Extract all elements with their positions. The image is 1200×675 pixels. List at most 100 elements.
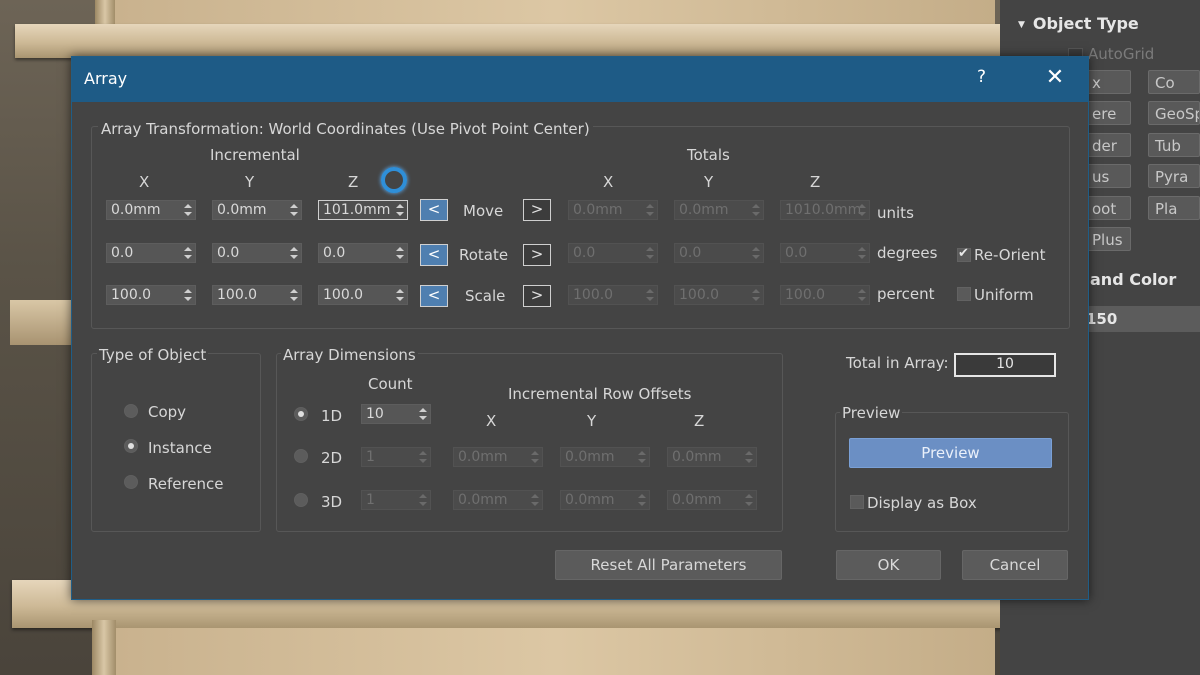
- object-button-box[interactable]: x: [1085, 70, 1131, 94]
- spinner-arrows-icon[interactable]: [745, 449, 753, 465]
- object-button-cone[interactable]: Co: [1148, 70, 1200, 94]
- offset-2d-x-spinner[interactable]: 0.0mm: [453, 447, 543, 467]
- count-1d-spinner[interactable]: 10: [361, 404, 431, 424]
- spinner-arrows-icon[interactable]: [646, 202, 654, 218]
- move-copy-left-button[interactable]: <: [420, 199, 448, 221]
- object-button-cylinder[interactable]: der: [1085, 133, 1131, 157]
- scale-inc-x-spinner[interactable]: 100.0: [106, 285, 196, 305]
- copy-radio[interactable]: [124, 404, 138, 418]
- object-button-teapot[interactable]: oot: [1085, 196, 1131, 220]
- spinner-arrows-icon[interactable]: [419, 449, 427, 465]
- spinner-arrows-icon[interactable]: [646, 245, 654, 261]
- rotate-tot-y-spinner[interactable]: 0.0: [674, 243, 764, 263]
- offset-3d-z-spinner[interactable]: 0.0mm: [667, 490, 757, 510]
- dim-3d-radio[interactable]: [294, 493, 308, 507]
- scale-copy-right-button[interactable]: >: [523, 285, 551, 307]
- array-dimensions-title: Array Dimensions: [281, 346, 418, 364]
- spinner-arrows-icon[interactable]: [396, 245, 404, 261]
- spinner-arrows-icon[interactable]: [752, 202, 760, 218]
- incremental-header: Incremental: [210, 146, 300, 164]
- spinner-arrows-icon[interactable]: [752, 245, 760, 261]
- object-type-rollout-title[interactable]: ▼ Object Type: [1018, 14, 1139, 33]
- object-button-pyramid[interactable]: Pyra: [1148, 164, 1200, 188]
- move-inc-y-spinner[interactable]: 0.0mm: [212, 200, 302, 220]
- object-button-plane[interactable]: Pla: [1148, 196, 1200, 220]
- spinner-arrows-icon[interactable]: [184, 202, 192, 218]
- value: 100.0: [111, 287, 152, 303]
- spinner-arrows-icon[interactable]: [419, 406, 427, 422]
- offset-2d-z-spinner[interactable]: 0.0mm: [667, 447, 757, 467]
- scale-tot-y-spinner[interactable]: 100.0: [674, 285, 764, 305]
- spinner-arrows-icon[interactable]: [184, 287, 192, 303]
- dim-2d-radio[interactable]: [294, 449, 308, 463]
- spinner-arrows-icon[interactable]: [745, 492, 753, 508]
- display-as-box-checkbox[interactable]: [850, 495, 864, 509]
- object-button-tube[interactable]: Tub: [1148, 133, 1200, 157]
- spinner-arrows-icon[interactable]: [396, 287, 404, 303]
- rotate-inc-z-spinner[interactable]: 0.0: [318, 243, 408, 263]
- scale-inc-y-spinner[interactable]: 100.0: [212, 285, 302, 305]
- count-3d-spinner[interactable]: 1: [361, 490, 431, 510]
- spinner-arrows-icon[interactable]: [290, 202, 298, 218]
- cancel-button[interactable]: Cancel: [962, 550, 1068, 580]
- scale-inc-z-spinner[interactable]: 100.0: [318, 285, 408, 305]
- reference-radio[interactable]: [124, 475, 138, 489]
- rotate-tot-x-spinner[interactable]: 0.0: [568, 243, 658, 263]
- offset-3d-x-spinner[interactable]: 0.0mm: [453, 490, 543, 510]
- object-button-torus[interactable]: us: [1085, 164, 1131, 188]
- spinner-arrows-icon[interactable]: [638, 449, 646, 465]
- name-and-color-rollout-title[interactable]: and Color: [1090, 270, 1176, 289]
- help-button[interactable]: ?: [977, 67, 986, 87]
- spinner-arrows-icon[interactable]: [531, 449, 539, 465]
- spinner-arrows-icon[interactable]: [419, 492, 427, 508]
- value: 0.0mm: [458, 492, 508, 508]
- spinner-arrows-icon[interactable]: [396, 202, 404, 218]
- move-tot-z-spinner[interactable]: 1010.0mm: [780, 200, 870, 220]
- value: 100.0: [785, 287, 826, 303]
- uniform-checkbox[interactable]: [957, 287, 971, 301]
- rotate-inc-y-spinner[interactable]: 0.0: [212, 243, 302, 263]
- instance-radio[interactable]: [124, 439, 138, 453]
- spinner-arrows-icon[interactable]: [858, 245, 866, 261]
- total-in-array-field[interactable]: 10: [954, 353, 1056, 377]
- spinner-arrows-icon[interactable]: [531, 492, 539, 508]
- spinner-arrows-icon[interactable]: [752, 287, 760, 303]
- object-name-field[interactable]: 150: [1086, 306, 1200, 332]
- offset-3d-y-spinner[interactable]: 0.0mm: [560, 490, 650, 510]
- object-button-geosphere[interactable]: GeoSp: [1148, 101, 1200, 125]
- object-button-textplus[interactable]: Plus: [1085, 227, 1131, 251]
- reset-all-parameters-button[interactable]: Reset All Parameters: [555, 550, 782, 580]
- preview-button[interactable]: Preview: [849, 438, 1052, 468]
- rotate-copy-left-button[interactable]: <: [420, 244, 448, 266]
- move-inc-x-spinner[interactable]: 0.0mm: [106, 200, 196, 220]
- value: 100.0: [323, 287, 364, 303]
- spinner-arrows-icon[interactable]: [858, 287, 866, 303]
- spinner-arrows-icon[interactable]: [646, 287, 654, 303]
- spinner-arrows-icon[interactable]: [638, 492, 646, 508]
- reorient-checkbox[interactable]: [957, 246, 971, 262]
- move-copy-right-button[interactable]: >: [523, 199, 551, 221]
- rotate-inc-x-spinner[interactable]: 0.0: [106, 243, 196, 263]
- spinner-arrows-icon[interactable]: [290, 287, 298, 303]
- offset-2d-y-spinner[interactable]: 0.0mm: [560, 447, 650, 467]
- value: 0.0: [679, 245, 702, 261]
- scale-copy-left-button[interactable]: <: [420, 285, 448, 307]
- ok-button[interactable]: OK: [836, 550, 941, 580]
- spinner-arrows-icon[interactable]: [290, 245, 298, 261]
- object-button-sphere[interactable]: ere: [1085, 101, 1131, 125]
- spinner-arrows-icon[interactable]: [184, 245, 192, 261]
- scale-tot-z-spinner[interactable]: 100.0: [780, 285, 870, 305]
- rotate-copy-right-button[interactable]: >: [523, 244, 551, 266]
- wood-panel-bottom: [115, 628, 995, 675]
- move-inc-z-spinner[interactable]: 101.0mm: [318, 200, 408, 220]
- count-2d-spinner[interactable]: 1: [361, 447, 431, 467]
- dialog-titlebar[interactable]: Array ? ✕: [72, 57, 1088, 102]
- dim-1d-radio[interactable]: [294, 407, 308, 421]
- scale-tot-x-spinner[interactable]: 100.0: [568, 285, 658, 305]
- rotate-tot-z-spinner[interactable]: 0.0: [780, 243, 870, 263]
- move-tot-x-spinner[interactable]: 0.0mm: [568, 200, 658, 220]
- value: 0.0mm: [573, 202, 623, 218]
- move-tot-y-spinner[interactable]: 0.0mm: [674, 200, 764, 220]
- spinner-arrows-icon[interactable]: [858, 202, 866, 218]
- close-icon[interactable]: ✕: [1040, 63, 1070, 93]
